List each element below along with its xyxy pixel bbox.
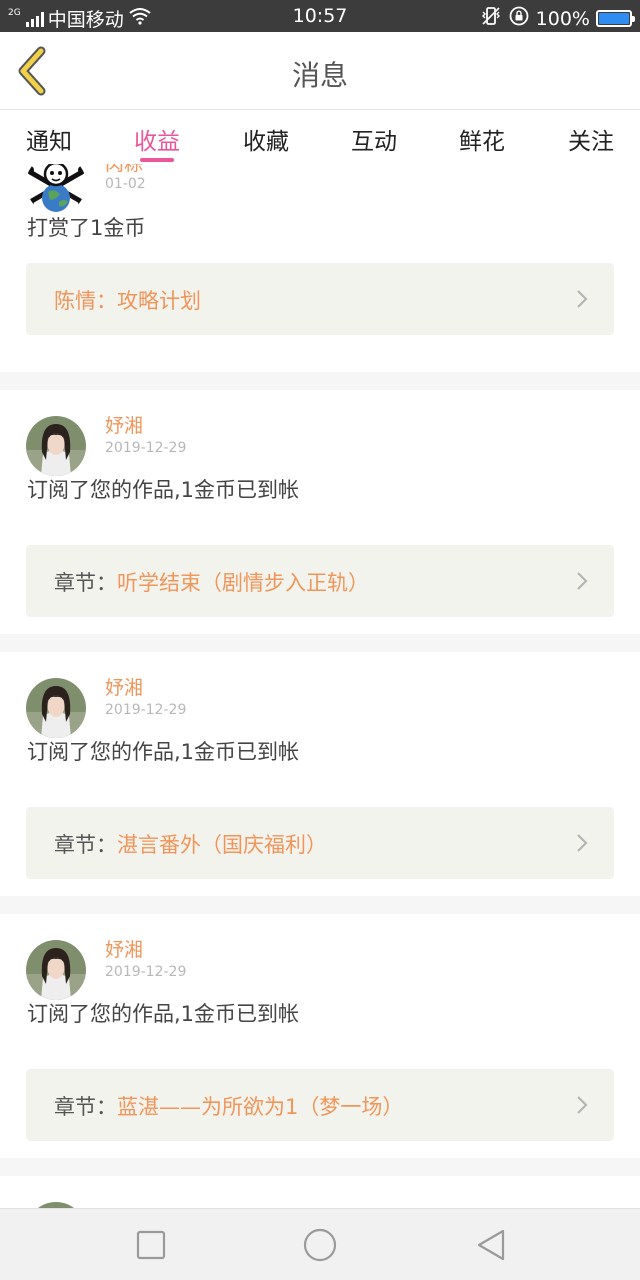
tab-favorites[interactable]: 收藏 — [221, 122, 311, 156]
tab-following[interactable]: 关注 — [546, 122, 636, 156]
message-action: 订阅了您的作品,1金币已到帐 — [27, 478, 300, 502]
rotation-lock-icon — [508, 5, 530, 32]
chevron-right-icon — [577, 290, 588, 308]
ref-prefix: 章节： — [54, 571, 117, 595]
referenced-chapter[interactable]: 章节：湛言番外（国庆福利） — [26, 807, 614, 879]
referenced-chapter[interactable]: 章节：听学结束（剧情步入正轨） — [26, 545, 614, 617]
back-nav-button[interactable] — [473, 1227, 509, 1263]
chevron-right-icon — [577, 1096, 588, 1114]
vibrate-icon — [480, 6, 502, 31]
recent-apps-button[interactable] — [133, 1227, 169, 1263]
tab-label: 收藏 — [243, 129, 289, 155]
system-nav-bar — [0, 1208, 640, 1280]
message-card: 妤湘 2019-12-29 订阅了您的作品,1金币已到帐 章节：湛言番外（国庆福… — [0, 652, 640, 896]
message-card: 妤湘 2019-12-29 订阅了您的作品,1金币已到帐 章节：听学结束（剧情步… — [0, 390, 640, 634]
circle-icon — [303, 1228, 337, 1262]
page-title: 消息 — [291, 59, 348, 92]
battery-percent: 100% — [535, 7, 590, 30]
message-action: 订阅了您的作品,1金币已到帐 — [27, 1002, 300, 1026]
tab-flowers[interactable]: 鲜花 — [437, 122, 527, 156]
message-date: 2019-12-29 — [105, 702, 187, 718]
avatar[interactable] — [26, 416, 86, 476]
ref-title: 蓝湛——为所欲为1（梦一场） — [117, 1095, 404, 1119]
tab-earnings[interactable]: 收益 — [112, 122, 202, 162]
message-action: 打赏了1金币 — [27, 216, 146, 240]
message-date: 01-02 — [105, 176, 146, 192]
triangle-back-icon — [477, 1229, 505, 1261]
user-name[interactable]: 妤湘 — [105, 411, 143, 438]
ref-prefix: 章节： — [54, 833, 117, 857]
user-name[interactable]: 妤湘 — [105, 935, 143, 962]
chevron-right-icon — [577, 834, 588, 852]
battery-icon — [596, 10, 635, 27]
message-date: 2019-12-29 — [105, 440, 187, 456]
tab-label: 关注 — [568, 129, 614, 155]
active-tab-indicator — [140, 158, 174, 162]
message-list[interactable]: 肉粽 01-02 打赏了1金币 陈情：攻略计划 妤湘 2019-12-29 订阅… — [0, 164, 640, 1208]
avatar[interactable] — [26, 940, 86, 1000]
tab-label: 互动 — [351, 129, 397, 155]
home-button[interactable] — [302, 1227, 338, 1263]
avatar[interactable] — [26, 678, 86, 738]
ref-title: 听学结束（剧情步入正轨） — [117, 571, 369, 595]
ref-title: 湛言番外（国庆福利） — [117, 833, 327, 857]
tab-label: 收益 — [134, 129, 180, 155]
avatar[interactable] — [26, 164, 86, 214]
tab-label: 鲜花 — [459, 129, 505, 155]
user-name[interactable]: 肉粽 — [105, 164, 143, 176]
tab-bar: 通知 收益 收藏 互动 鲜花 关注 — [0, 110, 640, 164]
message-card: 妤湘 2019-12-29 订阅了您的作品,1金币已到帐 章节：蓝湛——为所欲为… — [0, 914, 640, 1158]
tab-interactions[interactable]: 互动 — [329, 122, 419, 156]
referenced-work[interactable]: 陈情：攻略计划 — [26, 263, 614, 335]
ref-prefix: 章节： — [54, 1095, 117, 1119]
message-card: 肉粽 01-02 打赏了1金币 陈情：攻略计划 — [0, 164, 640, 372]
square-icon — [136, 1230, 166, 1260]
chevron-right-icon — [577, 572, 588, 590]
header-bar: 消息 — [0, 32, 640, 110]
message-date: 2019-12-29 — [105, 964, 187, 980]
status-bar: 2G 中国移动 10:57 100% — [0, 0, 640, 32]
referenced-chapter[interactable]: 章节：蓝湛——为所欲为1（梦一场） — [26, 1069, 614, 1141]
message-action: 订阅了您的作品,1金币已到帐 — [27, 740, 300, 764]
tab-label: 通知 — [26, 129, 72, 155]
message-card — [0, 1176, 640, 1208]
ref-title: 陈情：攻略计划 — [54, 289, 201, 313]
user-name[interactable]: 妤湘 — [105, 673, 143, 700]
tab-notifications[interactable]: 通知 — [4, 122, 94, 156]
